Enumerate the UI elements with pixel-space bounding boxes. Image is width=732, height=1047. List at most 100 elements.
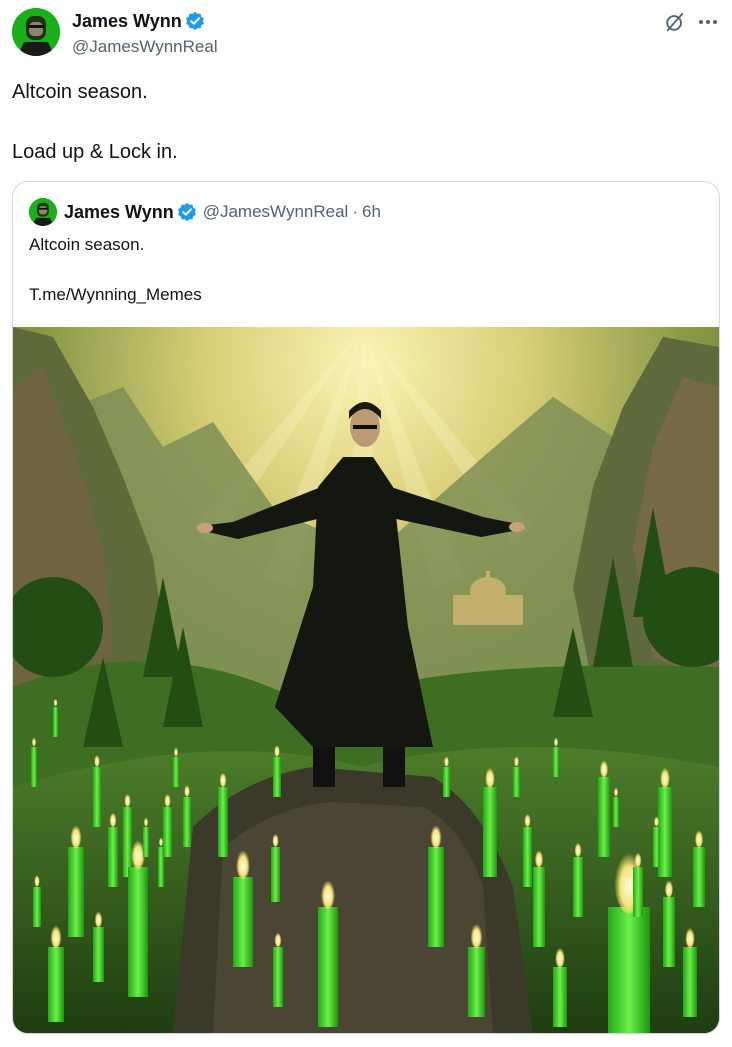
candle-flame-1 bbox=[31, 736, 37, 747]
candle-flame-22 bbox=[534, 848, 544, 868]
quoted-tweet-image[interactable] bbox=[13, 327, 719, 1033]
tweet-text: Altcoin season. Load up & Lock in. bbox=[12, 80, 712, 164]
candle-flame-38 bbox=[158, 836, 164, 847]
candle-flame-17 bbox=[321, 877, 335, 909]
candle-flame-5 bbox=[70, 822, 82, 849]
candle-flame-6 bbox=[34, 873, 40, 887]
candle-flame-23 bbox=[555, 945, 565, 968]
candle-flame-3 bbox=[94, 753, 100, 767]
candle-flame-37 bbox=[109, 811, 117, 827]
candle-14 bbox=[273, 757, 281, 797]
candle-11 bbox=[183, 797, 191, 847]
candle-12 bbox=[218, 787, 228, 857]
quoted-text-line-2: T.me/Wynning_Memes bbox=[29, 285, 202, 304]
candle-flame-19 bbox=[470, 921, 483, 949]
candle-flame-39 bbox=[654, 815, 659, 827]
quoted-text-line-1: Altcoin season. bbox=[29, 235, 145, 254]
candle-flame-4 bbox=[124, 792, 131, 807]
candle-flame-21 bbox=[524, 812, 531, 827]
candle-5 bbox=[68, 847, 84, 937]
candle-flame-11 bbox=[184, 783, 190, 797]
candle-34 bbox=[553, 747, 559, 777]
candle-flame-20 bbox=[485, 765, 495, 788]
candle-10 bbox=[163, 807, 172, 857]
author-avatar[interactable] bbox=[12, 8, 60, 56]
grok-icon[interactable] bbox=[664, 11, 686, 33]
verified-badge-icon bbox=[177, 202, 196, 222]
candle-flame-27 bbox=[634, 851, 642, 867]
author-name[interactable]: James Wynn bbox=[72, 10, 182, 32]
candle-1 bbox=[31, 747, 37, 787]
quoted-tweet-header: James Wynn @JamesWynnReal · 6h bbox=[29, 198, 381, 226]
candle-24 bbox=[573, 857, 583, 917]
separator-dot: · bbox=[352, 202, 358, 221]
tweet-text-line-2: Load up & Lock in. bbox=[12, 141, 178, 163]
candle-flame-35 bbox=[173, 746, 179, 757]
candle-32 bbox=[443, 767, 450, 797]
candle-flame-7 bbox=[50, 922, 62, 949]
candle-20 bbox=[483, 787, 497, 877]
quoted-author-handle: @JamesWynnReal bbox=[202, 202, 349, 221]
candle-flame-34 bbox=[553, 736, 559, 747]
candle-flame-8 bbox=[94, 909, 103, 928]
candle-3 bbox=[93, 767, 101, 827]
candle-15 bbox=[271, 847, 280, 902]
author-name-row: James Wynn bbox=[72, 10, 205, 32]
matrix-figure-green-candles-image bbox=[13, 327, 719, 1033]
candle-26 bbox=[608, 907, 650, 1033]
candle-flame-29 bbox=[664, 878, 674, 898]
candle-33 bbox=[513, 767, 520, 797]
candle-flame-9 bbox=[131, 837, 145, 869]
candle-flame-12 bbox=[219, 771, 227, 787]
candle-flame-10 bbox=[164, 792, 171, 807]
more-options-icon[interactable] bbox=[696, 11, 720, 33]
candle-30 bbox=[683, 947, 697, 1017]
quoted-tweet-card[interactable]: James Wynn @JamesWynnReal · 6h Altcoin s… bbox=[12, 181, 720, 1034]
candle-35 bbox=[173, 757, 179, 787]
candle-flame-25 bbox=[599, 758, 609, 778]
candle-40 bbox=[613, 797, 619, 827]
candle-flame-32 bbox=[444, 755, 449, 767]
candle-36 bbox=[143, 827, 149, 857]
candle-27 bbox=[633, 867, 643, 917]
candle-21 bbox=[523, 827, 532, 887]
candle-flame-18 bbox=[430, 822, 442, 849]
tweet-header: James Wynn @JamesWynnReal bbox=[12, 8, 720, 60]
candle-23 bbox=[553, 967, 567, 1027]
candle-22 bbox=[533, 867, 545, 947]
candle-38 bbox=[158, 847, 164, 887]
candle-flame-33 bbox=[514, 755, 519, 767]
candle-flame-13 bbox=[236, 847, 250, 879]
candle-31 bbox=[693, 847, 705, 907]
candle-flame-14 bbox=[274, 743, 280, 757]
candle-flame-15 bbox=[272, 832, 279, 847]
candle-flame-30 bbox=[685, 925, 695, 948]
candle-25 bbox=[598, 777, 610, 857]
candle-29 bbox=[663, 897, 675, 967]
candle-18 bbox=[428, 847, 444, 947]
candle-flame-2 bbox=[53, 698, 58, 706]
candle-2 bbox=[53, 707, 58, 737]
candle-8 bbox=[93, 927, 104, 982]
candle-4 bbox=[123, 807, 132, 877]
candle-9 bbox=[128, 867, 148, 997]
candle-28 bbox=[658, 787, 672, 877]
candle-39 bbox=[653, 827, 660, 867]
candle-17 bbox=[318, 907, 338, 1027]
tweet-text-line-1: Altcoin season. bbox=[12, 81, 148, 103]
candle-16 bbox=[273, 947, 283, 1007]
candle-flame-16 bbox=[274, 931, 282, 947]
quoted-tweet-time: 6h bbox=[362, 202, 381, 221]
candle-13 bbox=[233, 877, 253, 967]
candle-flame-36 bbox=[143, 816, 149, 827]
candle-37 bbox=[108, 827, 118, 887]
candle-flame-28 bbox=[660, 765, 670, 788]
author-handle[interactable]: @JamesWynnReal bbox=[72, 36, 218, 58]
candle-flame-24 bbox=[574, 841, 582, 857]
verified-badge-icon bbox=[185, 11, 204, 31]
candle-6 bbox=[33, 887, 41, 927]
quoted-author-name: James Wynn bbox=[64, 201, 174, 222]
quoted-tweet-text: Altcoin season. T.me/Wynning_Memes bbox=[29, 234, 202, 306]
candle-19 bbox=[468, 947, 485, 1017]
candle-flame-31 bbox=[694, 828, 704, 848]
